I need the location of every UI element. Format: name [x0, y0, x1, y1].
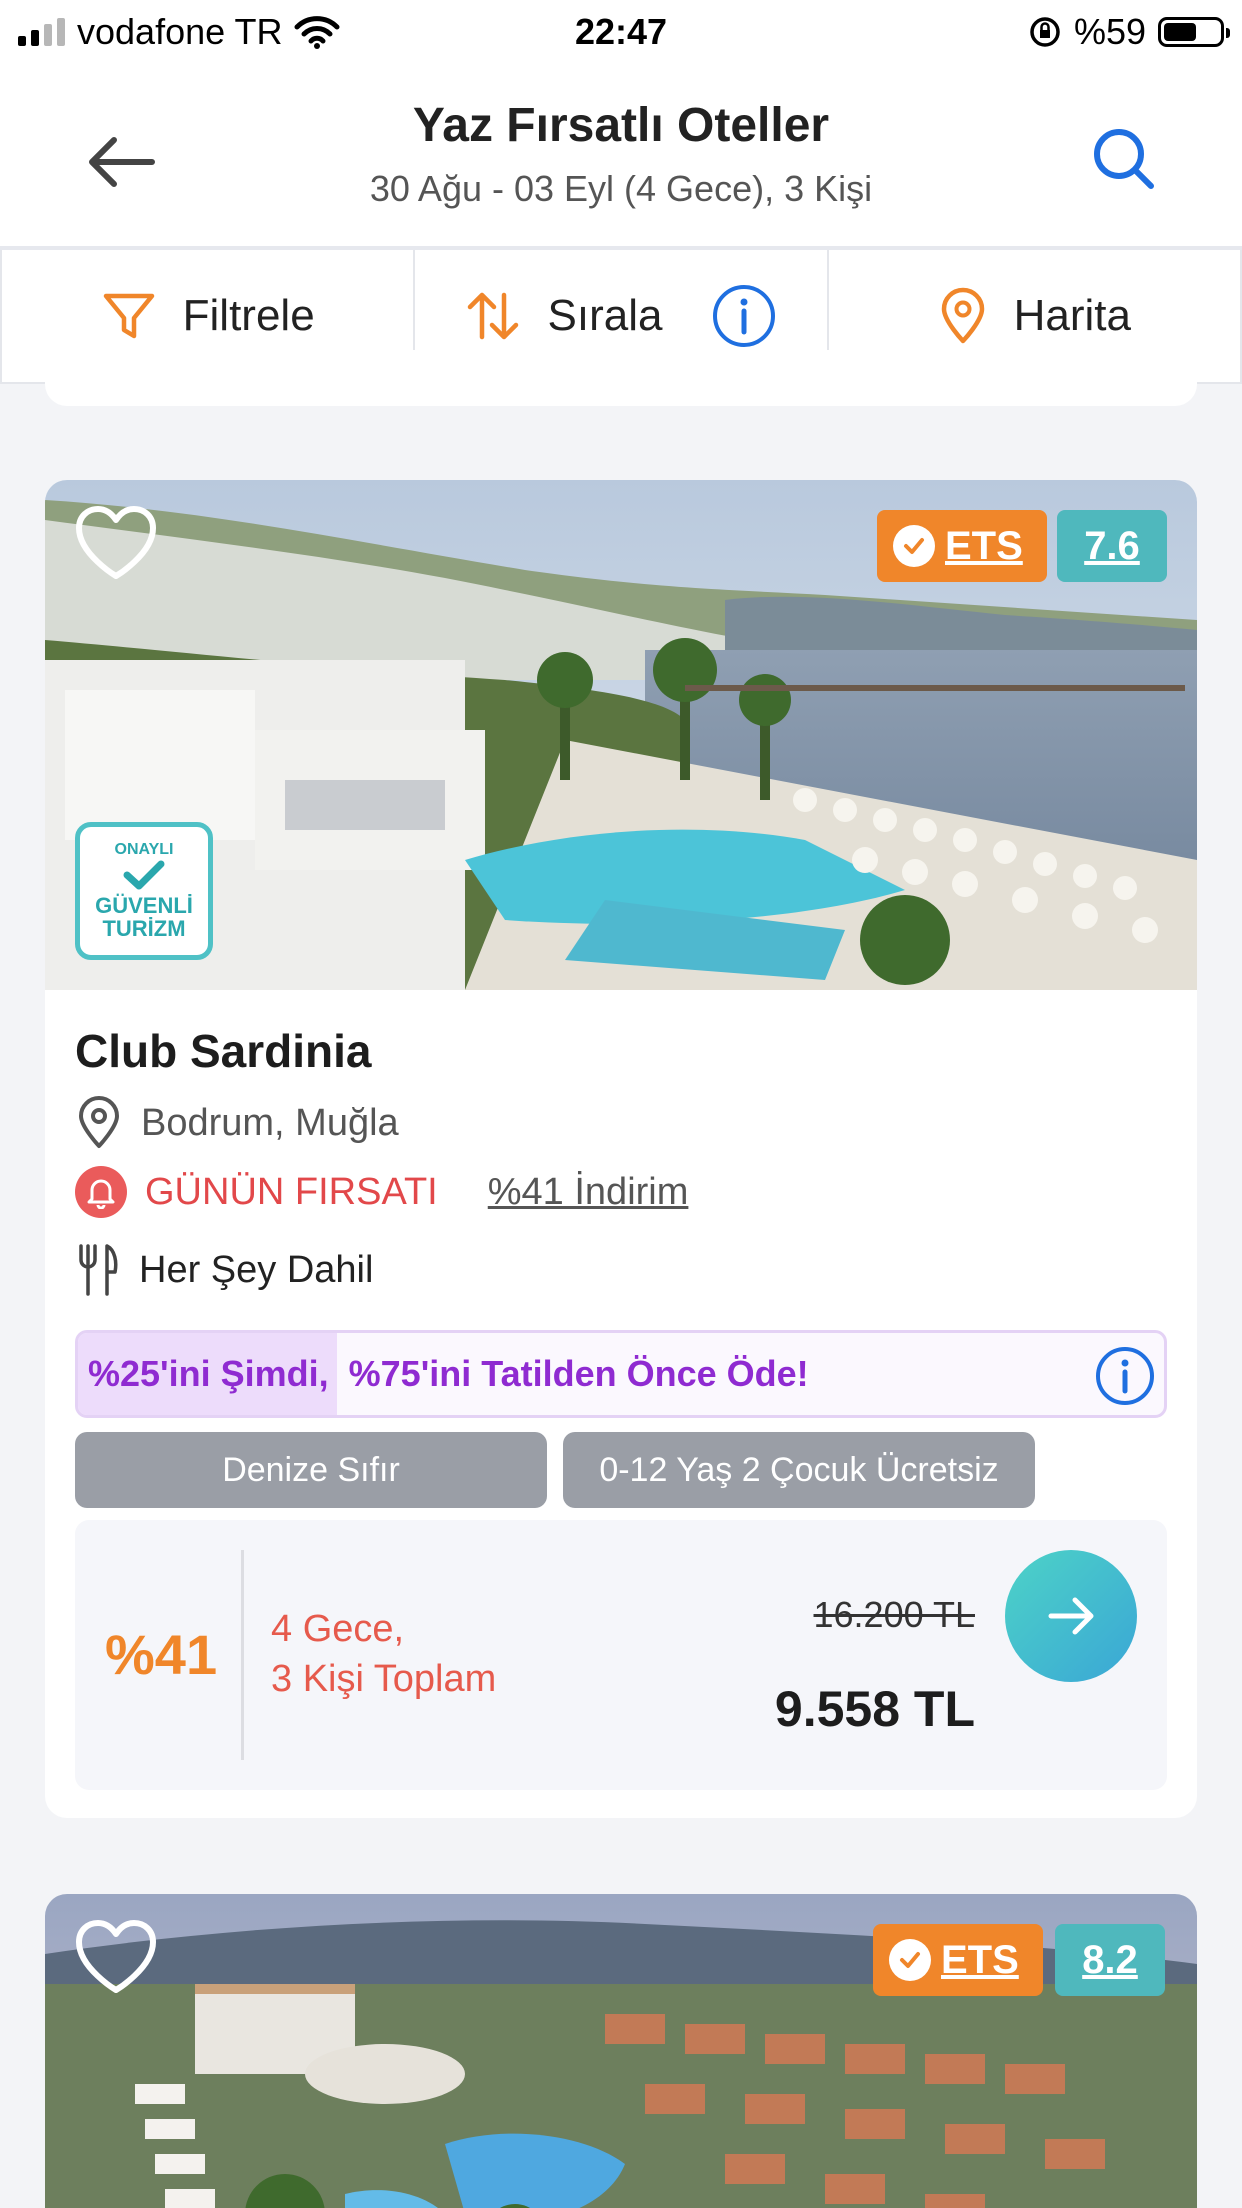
filter-icon [103, 293, 154, 339]
filter-label: Filtrele [182, 291, 315, 340]
stay-nights: 4 Gece, [271, 1608, 405, 1650]
deal-row: GÜNÜN FIRSATI %41 İndirim [75, 1166, 688, 1218]
info-icon[interactable] [710, 282, 778, 350]
status-right: %59 [1028, 11, 1230, 53]
previous-card-bottom [45, 350, 1197, 406]
payment-plan-banner[interactable]: %25'ini Şimdi, %75'ini Tatilden Önce Öde… [75, 1330, 1167, 1418]
safe-tourism-badge: ONAYLI GÜVENLİ TURİZM [75, 822, 213, 960]
favorite-button[interactable] [73, 1918, 159, 1998]
arrow-right-icon [1048, 1597, 1094, 1635]
page-title: Yaz Fırsatlı Oteller [412, 99, 830, 152]
search-button[interactable] [1083, 118, 1163, 198]
hotel-location: Bodrum, Muğla [141, 1101, 399, 1144]
favorite-button[interactable] [73, 504, 159, 584]
rating-score-badge[interactable]: 7.6 [1057, 510, 1167, 582]
map-pin-icon [941, 287, 984, 344]
battery-icon [1158, 17, 1230, 47]
stay-guests: 3 Kişi Toplam [271, 1658, 497, 1700]
stay-summary: 4 Gece, 3 Kişi Toplam [271, 1604, 496, 1704]
sort-arrows-icon [467, 292, 518, 340]
carrier-name: vodafone TR [77, 11, 283, 52]
feature-tag: Denize Sıfır [75, 1432, 547, 1508]
ets-label: ETS [941, 1937, 1019, 1982]
feature-tag: 0-12 Yaş 2 Çocuk Ücretsiz [563, 1432, 1035, 1508]
sort-label: Sırala [547, 291, 663, 340]
check-circle-icon [893, 525, 935, 567]
ets-badge[interactable]: ETS [877, 510, 1047, 582]
status-bar: vodafone TR 22:47 %59 [0, 0, 1242, 64]
bell-icon [75, 1166, 127, 1218]
price-box[interactable]: %41 4 Gece, 3 Kişi Toplam 16.200 TL 9.55… [75, 1520, 1167, 1790]
location-pin-icon [79, 1096, 119, 1148]
rotation-lock-icon [1030, 17, 1060, 47]
heart-outline-icon [76, 1920, 156, 1993]
new-price: 9.558 TL [774, 1681, 975, 1737]
board-type-row: Her Şey Dahil [75, 1242, 373, 1298]
rating-score-badge[interactable]: 8.2 [1055, 1924, 1165, 1996]
search-icon [1094, 129, 1154, 189]
hotel-location-row: Bodrum, Muğla [75, 1096, 399, 1150]
page-subtitle: 30 Ağu - 03 Eyl (4 Gece), 3 Kişi [369, 168, 873, 209]
deal-of-the-day-label: GÜNÜN FIRSATI [145, 1170, 438, 1213]
pay-rest-text: %75'ini Tatilden Önce Öde! [348, 1353, 809, 1394]
go-to-hotel-button[interactable] [1005, 1550, 1137, 1682]
heart-outline-icon [76, 506, 156, 579]
hotel-card[interactable]: ETS 8.2 [45, 1894, 1197, 2208]
pay-now-text: %25'ini Şimdi, [78, 1333, 337, 1415]
ets-badge[interactable]: ETS [873, 1924, 1043, 1996]
fork-knife-icon [79, 1244, 118, 1296]
discount-percent: %41 [105, 1623, 218, 1686]
price-divider [241, 1550, 244, 1760]
signal-strength-icon [18, 18, 65, 46]
hotel-name[interactable]: Club Sardinia [75, 1024, 371, 1078]
hotel-card[interactable]: ETS 7.6 ONAYLI GÜVENLİ TURİZM Club Sardi… [45, 480, 1197, 1818]
board-type: Her Şey Dahil [139, 1248, 374, 1291]
hotel-photo[interactable]: ETS 7.6 ONAYLI GÜVENLİ TURİZM [45, 480, 1197, 990]
wifi-icon [294, 16, 340, 49]
map-label: Harita [1013, 291, 1131, 340]
check-circle-icon [889, 1939, 931, 1981]
battery-level [1164, 23, 1196, 41]
check-icon [123, 860, 165, 890]
old-price: 16.200 TL [813, 1594, 975, 1635]
safe-badge-top-text: ONAYLI [114, 840, 174, 858]
status-left: vodafone TR [18, 11, 340, 53]
battery-percent: %59 [1073, 11, 1146, 52]
info-icon[interactable] [1094, 1345, 1156, 1407]
safe-badge-bottom-text: GÜVENLİ TURİZM [95, 893, 193, 942]
discount-link[interactable]: %41 İndirim [488, 1171, 689, 1214]
ets-label: ETS [945, 523, 1023, 568]
nav-header: Yaz Fırsatlı Oteller 30 Ağu - 03 Eyl (4 … [0, 64, 1242, 250]
